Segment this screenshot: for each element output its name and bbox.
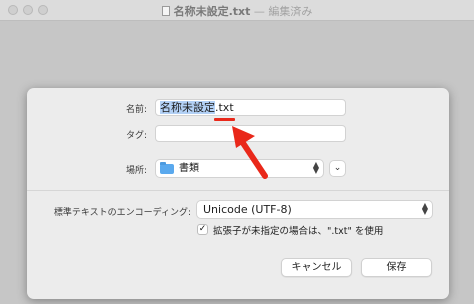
- annotation-arrow-shaft: [238, 137, 268, 179]
- annotation-arrow: [232, 126, 268, 179]
- text-editor-window: 名称未設定.txt — 編集済み 名前: 名称未設定.txt タグ: 場所: 書…: [0, 0, 474, 304]
